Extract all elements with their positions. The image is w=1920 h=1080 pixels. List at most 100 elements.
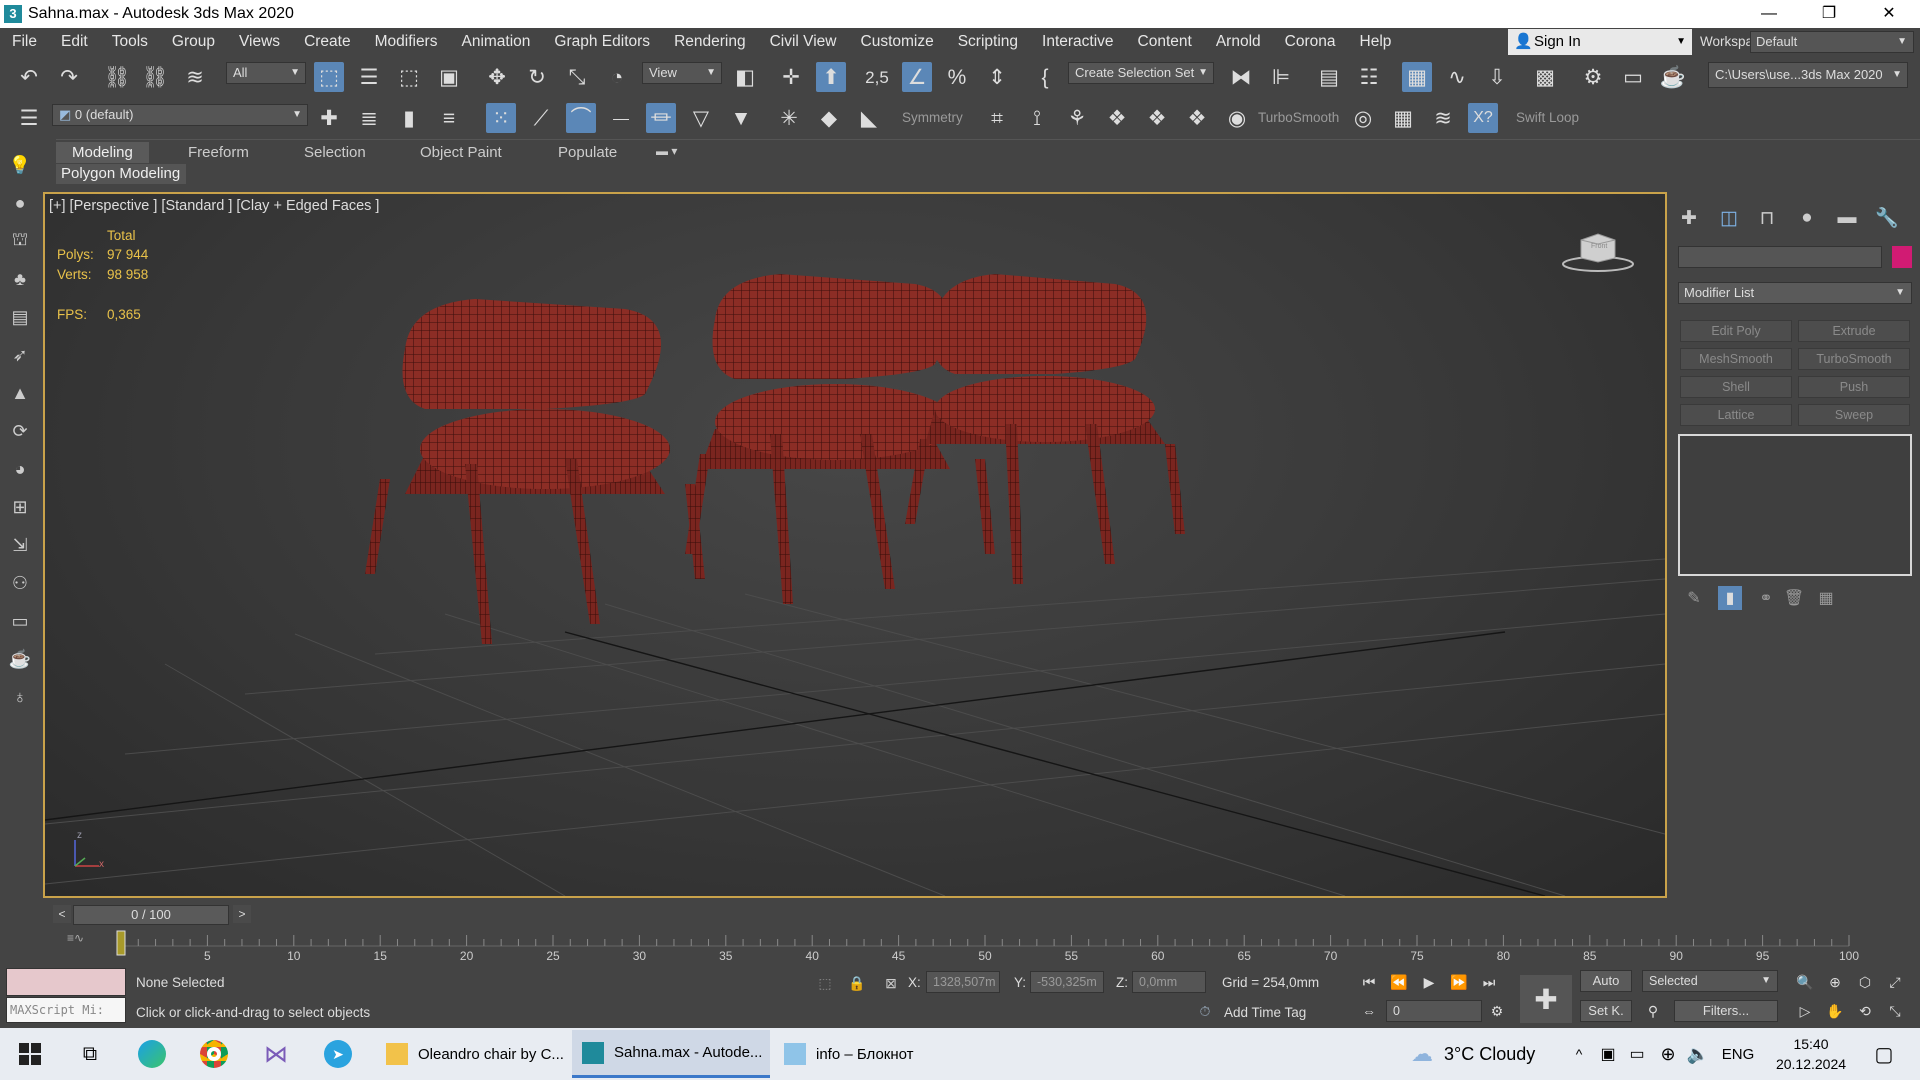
bind-space-warp-icon[interactable]: ≋ <box>180 62 210 92</box>
turbosmooth-icon[interactable]: ◉ <box>1222 103 1252 133</box>
cut-icon[interactable]: ▽ <box>686 103 716 133</box>
set-key-button[interactable]: Set K. <box>1580 1000 1632 1022</box>
keyboard-shortcut-override-icon[interactable]: ⬆ <box>816 62 846 92</box>
viewcube[interactable]: Front <box>1561 228 1635 272</box>
list-icon[interactable]: ▤ <box>8 305 32 329</box>
export-icon[interactable]: ⇲ <box>8 533 32 557</box>
shell-button[interactable]: Shell <box>1680 376 1792 398</box>
window-crossing-icon[interactable]: ▣ <box>434 62 464 92</box>
extrude-button[interactable]: Extrude <box>1798 320 1910 342</box>
utilities-tab-icon[interactable]: 🔧 <box>1872 204 1902 232</box>
tab-selection[interactable]: Selection <box>288 142 382 163</box>
create-icon[interactable]: ● <box>8 191 32 215</box>
xview-icon[interactable]: X? <box>1468 103 1498 133</box>
menu-content[interactable]: Content <box>1126 33 1204 51</box>
rendered-frame-window-icon[interactable]: ▭ <box>1618 62 1648 92</box>
go-to-start-icon[interactable]: ⏮ <box>1356 970 1382 994</box>
auto-key-button[interactable]: Auto <box>1580 970 1632 992</box>
border-mode-icon[interactable]: ⌒ <box>566 103 596 133</box>
symmetry-label[interactable]: Symmetry <box>902 110 963 125</box>
tab-object-paint[interactable]: Object Paint <box>404 142 518 163</box>
align-icon[interactable]: ⊫ <box>1266 62 1296 92</box>
menu-tools[interactable]: Tools <box>100 33 160 51</box>
set-key-icon[interactable]: ✚ <box>1520 975 1572 1023</box>
menu-animation[interactable]: Animation <box>449 33 542 51</box>
notifications-icon[interactable]: ▢ <box>1860 1028 1908 1080</box>
minimize-button[interactable]: — <box>1740 0 1798 28</box>
selection-filter-dropdown[interactable]: All ▼ <box>226 62 306 84</box>
time-slider-frame[interactable]: 0 / 100 <box>73 905 229 925</box>
snaps-toggle-icon[interactable]: 2,5 <box>862 62 892 92</box>
lattice-button[interactable]: Lattice <box>1680 404 1792 426</box>
camera-icon[interactable]: ⛫ <box>8 229 32 253</box>
target-weld-icon[interactable]: ◆ <box>814 103 844 133</box>
undo-icon[interactable]: ↶ <box>14 62 44 92</box>
viewport-layout-icon[interactable]: ▭ <box>8 609 32 633</box>
weld-icon[interactable]: ✳ <box>774 103 804 133</box>
named-selection-set-dropdown[interactable]: Create Selection Set ▼ <box>1068 62 1214 84</box>
scene-explorer-icon[interactable]: ▤ <box>1314 62 1344 92</box>
zoom-extents-icon[interactable]: ⬡ <box>1852 970 1878 994</box>
mirror-icon[interactable]: ⧓ <box>1226 62 1256 92</box>
menu-graph-editors[interactable]: Graph Editors <box>542 33 662 51</box>
angle-snap-icon[interactable]: ∠ <box>902 62 932 92</box>
people-icon[interactable]: ⚇ <box>8 571 32 595</box>
material-editor-icon[interactable]: ▩ <box>1530 62 1560 92</box>
relax-icon[interactable]: ◣ <box>854 103 884 133</box>
stack-icon[interactable]: ≋ <box>1428 103 1458 133</box>
key-filter-dropdown[interactable]: Selected ▼ <box>1642 970 1778 992</box>
push-button[interactable]: Push <box>1798 376 1910 398</box>
make-unique-icon[interactable]: ⚭ <box>1754 586 1778 610</box>
maxscript-mini-listener[interactable]: MAXScript Mi: <box>6 997 126 1023</box>
time-configuration-icon[interactable]: ⚙ <box>1484 999 1510 1023</box>
key-filters-button[interactable]: Filters... <box>1674 1000 1778 1022</box>
sphere-icon[interactable]: ◕ <box>8 457 32 481</box>
tips-icon[interactable]: 💡 <box>8 153 32 177</box>
chrome-browser-icon[interactable] <box>190 1028 238 1080</box>
smooth-icon[interactable]: ❖ <box>1102 103 1132 133</box>
chair-model[interactable] <box>905 274 1185 584</box>
taskbar-app-notepad[interactable]: info – Блокнот <box>774 1030 972 1078</box>
close-button[interactable]: ✕ <box>1860 0 1918 28</box>
snap-grid-icon[interactable]: ⊞ <box>8 495 32 519</box>
menu-help[interactable]: Help <box>1348 33 1404 51</box>
workspace-dropdown[interactable]: Default ▼ <box>1750 31 1914 53</box>
edge-mode-icon[interactable]: ⟋ <box>526 103 556 133</box>
menu-customize[interactable]: Customize <box>849 33 946 51</box>
set-current-layer-icon[interactable]: ≡ <box>434 103 464 133</box>
edit-named-selections-icon[interactable]: { <box>1030 62 1060 92</box>
y-coord-field[interactable]: -530,325m <box>1030 971 1104 993</box>
remove-modifier-icon[interactable]: 🗑 <box>1782 586 1806 610</box>
track-bar[interactable]: ≡∿ 5 10 15 20 25 30 35 40 45 50 55 60 65 70 75 80 85 90 95… <box>43 929 1920 965</box>
zoom-extents-all-icon[interactable]: ⤢ <box>1882 970 1908 994</box>
layer-manager-icon[interactable]: ☰ <box>14 103 44 133</box>
display-tab-icon[interactable]: ▬ <box>1832 204 1862 232</box>
polygon-modeling-panel[interactable]: Polygon Modeling <box>56 164 186 184</box>
quad-chamfer-icon[interactable]: ⌗ <box>982 103 1012 133</box>
previous-frame-icon[interactable]: ⏪ <box>1386 970 1412 994</box>
current-frame-marker[interactable] <box>116 930 126 956</box>
select-by-name-icon[interactable]: ☰ <box>354 62 384 92</box>
tab-modeling[interactable]: Modeling <box>56 142 149 163</box>
tab-freeform[interactable]: Freeform <box>172 142 265 163</box>
show-end-result-icon[interactable]: ▮ <box>1718 586 1742 610</box>
motion-tab-icon[interactable]: ● <box>1792 204 1822 232</box>
key-mode-toggle-icon[interactable]: ⇔ <box>1356 999 1382 1023</box>
menu-scripting[interactable]: Scripting <box>946 33 1030 51</box>
layer-dropdown[interactable]: ◩ 0 (default) ▼ <box>52 104 308 126</box>
placement-icon[interactable]: ◔ <box>602 62 632 92</box>
add-time-tag[interactable]: Add Time Tag <box>1224 1005 1306 1020</box>
next-frame-icon[interactable]: ⏩ <box>1446 970 1472 994</box>
telegram-icon[interactable]: ➤ <box>314 1028 362 1080</box>
polygon-mode-icon[interactable]: ⏤ <box>606 103 636 133</box>
object-name-field[interactable] <box>1678 246 1882 268</box>
render-production-icon[interactable]: ☕ <box>1658 62 1688 92</box>
optimize-icon[interactable]: ◎ <box>1348 103 1378 133</box>
orbit-icon[interactable]: ⟳ <box>8 419 32 443</box>
select-rotate-icon[interactable]: ↻ <box>522 62 552 92</box>
select-object-icon[interactable]: ⬚ <box>314 62 344 92</box>
add-to-layer-icon[interactable]: ≣ <box>354 103 384 133</box>
ribbon-options-icon[interactable]: ▬ ▾ <box>656 144 677 158</box>
menu-rendering[interactable]: Rendering <box>662 33 758 51</box>
tab-populate[interactable]: Populate <box>542 142 633 163</box>
